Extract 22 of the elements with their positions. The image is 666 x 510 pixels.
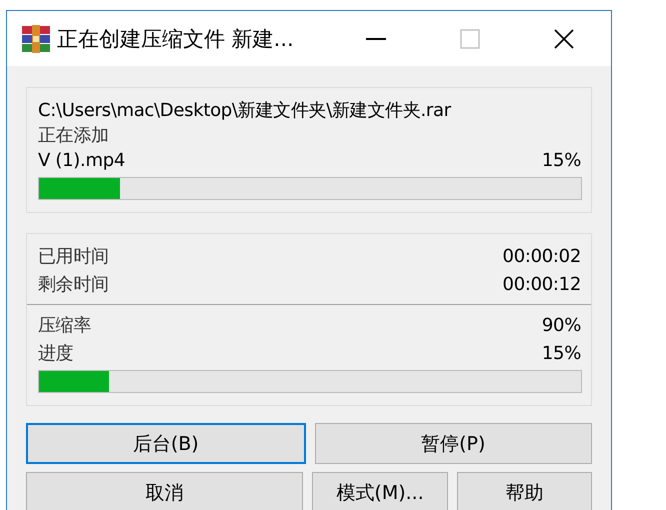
stat-label: 已用时间 [38, 245, 109, 268]
maximize-icon [460, 28, 480, 48]
stat-value: 00:00:12 [502, 274, 581, 294]
stat-label: 剩余时间 [38, 273, 109, 296]
stat-value: 90% [542, 314, 581, 336]
archive-books-icon [21, 24, 51, 54]
status-label: 正在添加 [38, 124, 109, 147]
dialog-button[interactable]: 帮助 [456, 472, 592, 510]
stat-label: 进度 [38, 342, 74, 365]
window-title: 正在创建压缩文件 新建... [57, 26, 295, 52]
stat-value: 15% [542, 342, 581, 364]
dialog-button[interactable]: 后台(B) [26, 423, 306, 464]
dialog-button[interactable]: 模式(M)... [312, 472, 448, 510]
archive-path: C:\Users\mac\Desktop\新建文件夹\新建文件夹.rar [38, 99, 451, 122]
file-name: V (1).mp4 [38, 150, 125, 170]
stat-label: 压缩率 [38, 314, 92, 337]
stat-value: 00:00:02 [502, 246, 581, 266]
file-percent: 15% [542, 150, 581, 170]
close-icon [554, 28, 574, 48]
dialog-button[interactable]: 取消 [26, 472, 304, 510]
dialog-button[interactable]: 暂停(P) [314, 423, 592, 464]
minimize-icon [366, 38, 386, 40]
